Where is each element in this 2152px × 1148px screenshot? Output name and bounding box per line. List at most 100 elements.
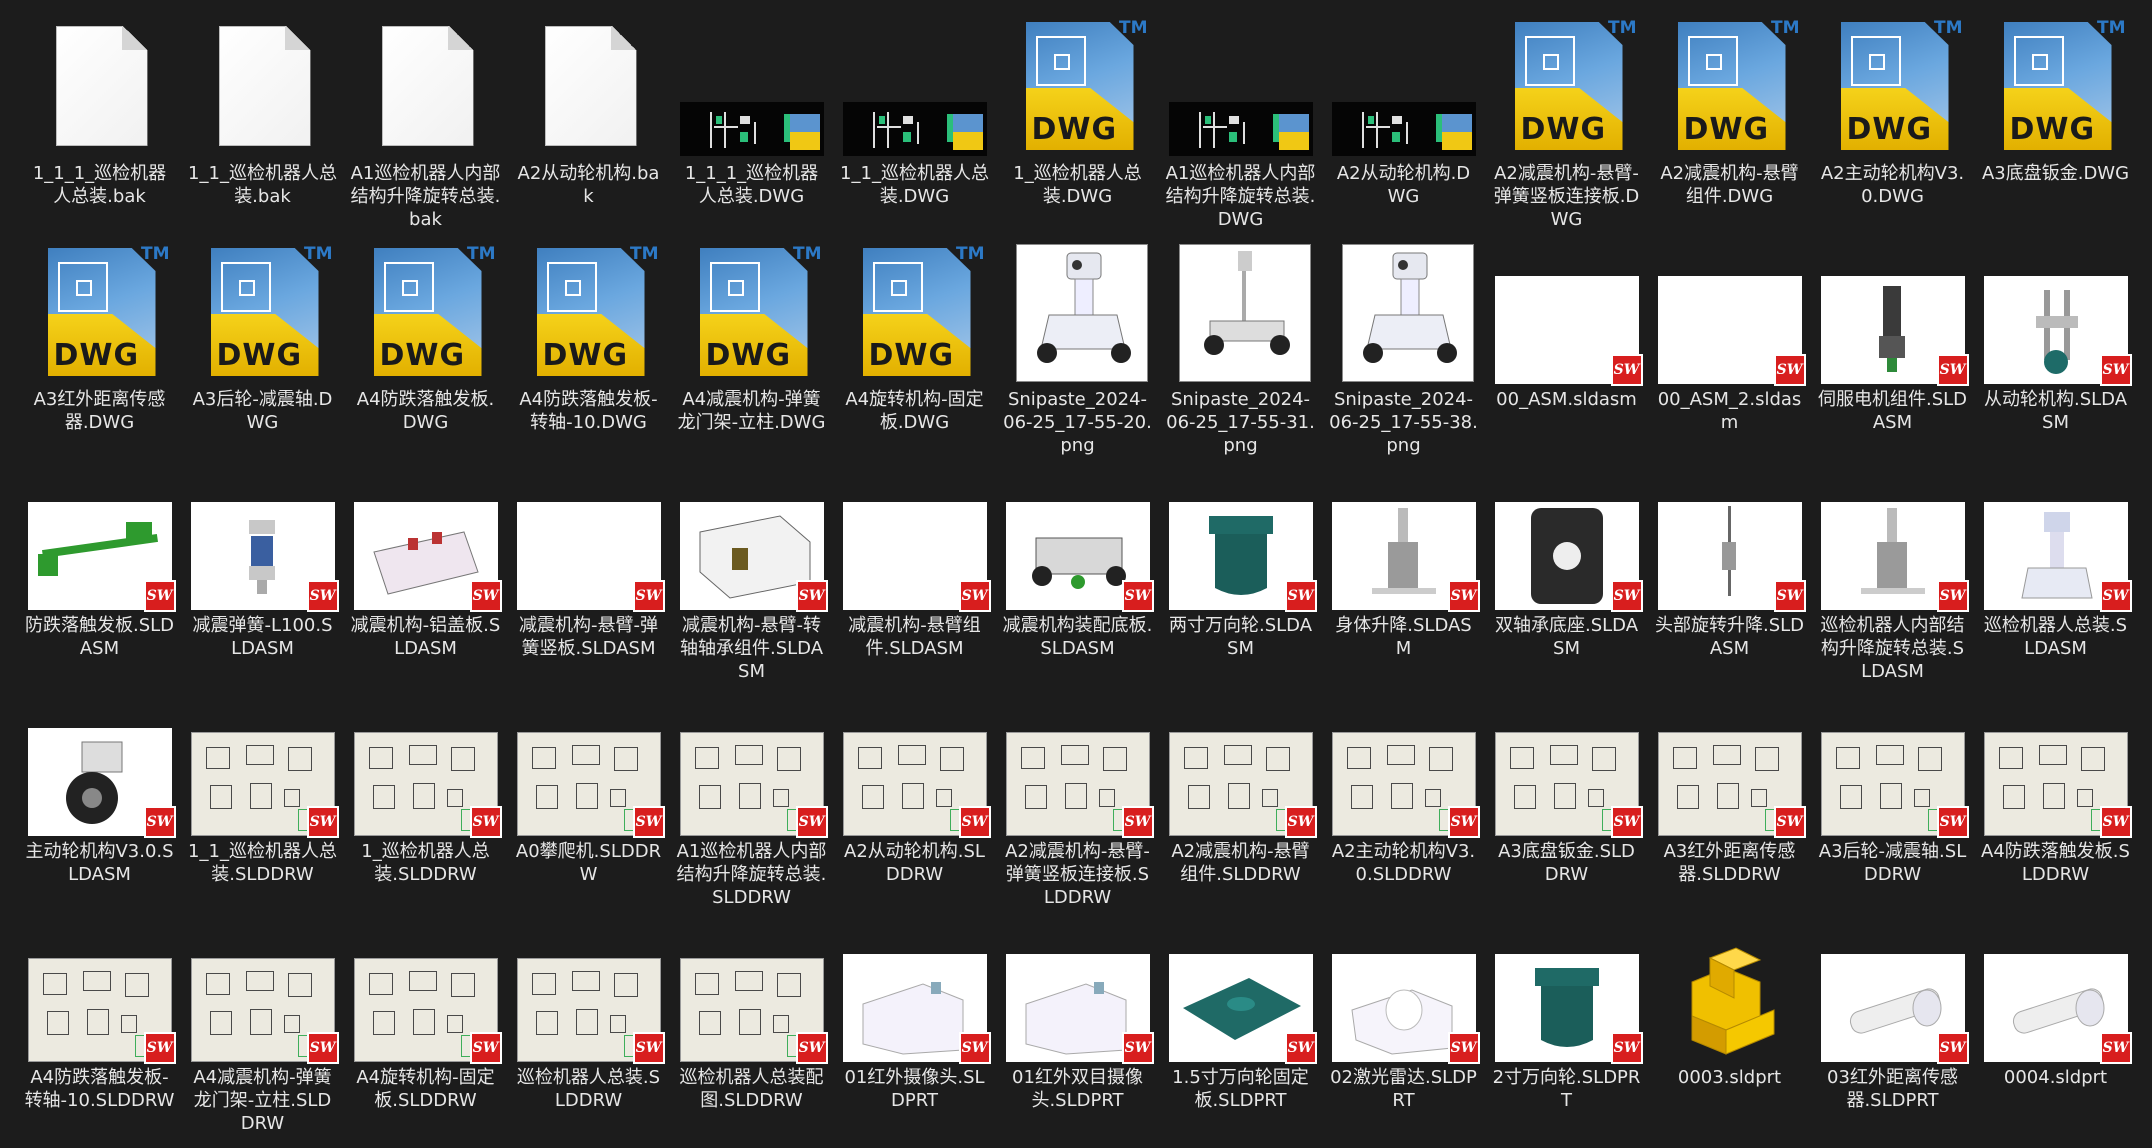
file-name: Snipaste_2024-06-25_17-55-38.png xyxy=(1329,389,1478,456)
blank-document-icon xyxy=(28,14,172,158)
file-item[interactable]: SW 01红外摄像头.SLDPRT xyxy=(833,914,996,1140)
dwg-label: DWG xyxy=(1520,112,1607,147)
file-item[interactable]: SW A4防跌落触发板-转轴-10.SLDDRW xyxy=(18,914,181,1140)
file-item[interactable]: SW 0004.sldprt xyxy=(1974,914,2137,1140)
file-item[interactable]: SW 减震机构-铝盖板.SLDASM xyxy=(344,462,507,688)
file-item[interactable]: SW A3红外距离传感器.SLDDRW xyxy=(1648,688,1811,914)
trademark-label: TM xyxy=(2096,18,2126,38)
solidworks-badge-icon: SW xyxy=(1936,1032,1969,1064)
file-item[interactable]: SW 减震机构-悬臂组件.SLDASM xyxy=(833,462,996,688)
file-item[interactable]: SW A4旋转机构-固定板.SLDDRW xyxy=(344,914,507,1140)
file-item[interactable]: SW A3后轮-减震轴.SLDDRW xyxy=(1811,688,1974,914)
file-item[interactable]: DWG TM A2减震机构-悬臂组件.DWG xyxy=(1648,10,1811,236)
file-item[interactable]: SW A1巡检机器人内部结构升降旋转总装.SLDDRW xyxy=(670,688,833,914)
file-item[interactable]: DWG TM A2主动轮机构V3.0.DWG xyxy=(1811,10,1974,236)
file-item[interactable]: 1_1_1_巡检机器人总装.bak xyxy=(18,10,181,236)
file-item[interactable]: A1巡检机器人内部结构升降旋转总装.bak xyxy=(344,10,507,236)
file-item[interactable]: DWG TM A3底盘钣金.DWG xyxy=(1974,10,2137,236)
file-item[interactable]: A1巡检机器人内部结构升降旋转总装.DWG xyxy=(1159,10,1322,236)
file-item[interactable]: SW 减震机构-悬臂-弹簧竖板.SLDASM xyxy=(507,462,670,688)
dwg-label: DWG xyxy=(542,338,629,373)
file-item[interactable]: 1_1_巡检机器人总装.bak xyxy=(181,10,344,236)
file-name: 从动轮机构.SLDASM xyxy=(1983,389,2128,433)
file-item[interactable]: SW 巡检机器人内部结构升降旋转总装.SLDASM xyxy=(1811,462,1974,688)
file-item[interactable]: SW 减震弹簧-L100.SLDASM xyxy=(181,462,344,688)
file-item[interactable]: DWG TM A4防跌落触发板.DWG xyxy=(344,236,507,462)
solidworks-badge-icon: SW xyxy=(143,806,176,838)
file-name: 0003.sldprt xyxy=(1677,1067,1782,1088)
file-item[interactable]: SW 2寸万向轮.SLDPRT xyxy=(1485,914,1648,1140)
file-item[interactable]: SW A2减震机构-悬臂-弹簧竖板连接板.SLDDRW xyxy=(996,688,1159,914)
file-item[interactable]: SW 伺服电机组件.SLDASM xyxy=(1811,236,1974,462)
file-item[interactable]: 0003.sldprt xyxy=(1648,914,1811,1140)
dwg-file-icon: DWG TM xyxy=(1821,14,1965,158)
image-thumbnail xyxy=(1332,240,1476,384)
solidworks-model-thumbnail: SW xyxy=(1820,466,1969,612)
file-item[interactable]: SW 减震机构装配底板.SLDASM xyxy=(996,462,1159,688)
file-item[interactable]: SW 1_1_巡检机器人总装.SLDDRW xyxy=(181,688,344,914)
solidworks-model-thumbnail: SW xyxy=(1820,918,1969,1064)
solidworks-badge-icon: SW xyxy=(1447,1032,1480,1064)
file-item[interactable]: SW 双轴承底座.SLDASM xyxy=(1485,462,1648,688)
file-item[interactable]: SW A3底盘钣金.SLDDRW xyxy=(1485,688,1648,914)
file-name: A3后轮-减震轴.SLDDRW xyxy=(1818,841,1967,885)
file-item[interactable]: Snipaste_2024-06-25_17-55-38.png xyxy=(1322,236,1485,462)
file-item[interactable]: SW 00_ASM_2.sldasm xyxy=(1648,236,1811,462)
file-item[interactable]: SW A2从动轮机构.SLDDRW xyxy=(833,688,996,914)
file-item[interactable]: Snipaste_2024-06-25_17-55-31.png xyxy=(1159,236,1322,462)
image-thumbnail xyxy=(1169,240,1313,384)
file-item[interactable]: SW 1_巡检机器人总装.SLDDRW xyxy=(344,688,507,914)
solidworks-badge-icon: SW xyxy=(1447,580,1480,612)
file-name: 1.5寸万向轮固定板.SLDPRT xyxy=(1172,1067,1309,1111)
file-item[interactable]: SW 从动轮机构.SLDASM xyxy=(1974,236,2137,462)
file-name: 02激光雷达.SLDPRT xyxy=(1330,1067,1477,1111)
file-item[interactable]: DWG TM A3红外距离传感器.DWG xyxy=(18,236,181,462)
solidworks-model-thumbnail: SW xyxy=(1657,466,1806,612)
file-item[interactable]: DWG TM A4旋转机构-固定板.DWG xyxy=(833,236,996,462)
file-item[interactable]: SW 02激光雷达.SLDPRT xyxy=(1322,914,1485,1140)
solidworks-model-thumbnail: SW xyxy=(1331,466,1480,612)
file-name: A2从动轮机构.bak xyxy=(517,163,660,207)
solidworks-drawing-thumbnail: SW xyxy=(190,692,339,838)
file-item[interactable]: SW 01红外双目摄像头.SLDPRT xyxy=(996,914,1159,1140)
file-name: A4防跌落触发板.DWG xyxy=(356,389,495,433)
file-item[interactable]: SW 00_ASM.sldasm xyxy=(1485,236,1648,462)
file-item[interactable]: SW 两寸万向轮.SLDASM xyxy=(1159,462,1322,688)
solidworks-model-thumbnail: SW xyxy=(1168,918,1317,1064)
file-item[interactable]: DWG TM 1_巡检机器人总装.DWG xyxy=(996,10,1159,236)
file-item[interactable]: SW 身体升降.SLDASM xyxy=(1322,462,1485,688)
file-name: A2从动轮机构.DWG xyxy=(1336,163,1471,207)
file-item[interactable]: DWG TM A3后轮-减震轴.DWG xyxy=(181,236,344,462)
file-item[interactable]: SW 1.5寸万向轮固定板.SLDPRT xyxy=(1159,914,1322,1140)
file-item[interactable]: SW 巡检机器人总装.SLDDRW xyxy=(507,914,670,1140)
solidworks-model-thumbnail: SW xyxy=(1331,918,1480,1064)
file-item[interactable]: SW A4减震机构-弹簧龙门架-立柱.SLDDRW xyxy=(181,914,344,1140)
file-item[interactable]: Snipaste_2024-06-25_17-55-20.png xyxy=(996,236,1159,462)
file-item[interactable]: DWG TM A4防跌落触发板-转轴-10.DWG xyxy=(507,236,670,462)
file-item[interactable]: 1_1_巡检机器人总装.DWG xyxy=(833,10,996,236)
file-item[interactable]: SW 主动轮机构V3.0.SLDASM xyxy=(18,688,181,914)
solidworks-badge-icon: SW xyxy=(795,580,828,612)
file-item[interactable]: A2从动轮机构.bak xyxy=(507,10,670,236)
solidworks-badge-icon: SW xyxy=(1936,354,1969,386)
file-item[interactable]: SW 03红外距离传感器.SLDPRT xyxy=(1811,914,1974,1140)
solidworks-badge-icon: SW xyxy=(1610,580,1643,612)
file-name: 1_巡检机器人总装.DWG xyxy=(1013,163,1142,207)
file-item[interactable]: SW A4防跌落触发板.SLDDRW xyxy=(1974,688,2137,914)
file-item[interactable]: DWG TM A2减震机构-悬臂-弹簧竖板连接板.DWG xyxy=(1485,10,1648,236)
trademark-label: TM xyxy=(466,244,496,264)
file-item[interactable]: SW 巡检机器人总装.SLDASM xyxy=(1974,462,2137,688)
file-grid: 1_1_1_巡检机器人总装.bak 1_1_巡检机器人总装.bak A1巡检机器人内… xyxy=(18,10,2138,1140)
file-item[interactable]: SW A2减震机构-悬臂组件.SLDDRW xyxy=(1159,688,1322,914)
solidworks-badge-icon: SW xyxy=(2099,354,2132,386)
file-item[interactable]: SW 防跌落触发板.SLDASM xyxy=(18,462,181,688)
file-item[interactable]: 1_1_1_巡检机器人总装.DWG xyxy=(670,10,833,236)
file-item[interactable]: SW A0攀爬机.SLDDRW xyxy=(507,688,670,914)
file-item[interactable]: SW A2主动轮机构V3.0.SLDDRW xyxy=(1322,688,1485,914)
file-item[interactable]: DWG TM A4减震机构-弹簧龙门架-立柱.DWG xyxy=(670,236,833,462)
part-3d-icon xyxy=(1658,918,1802,1062)
file-item[interactable]: SW 巡检机器人总装配图.SLDDRW xyxy=(670,914,833,1140)
file-item[interactable]: A2从动轮机构.DWG xyxy=(1322,10,1485,236)
file-item[interactable]: SW 减震机构-悬臂-转轴轴承组件.SLDASM xyxy=(670,462,833,688)
file-item[interactable]: SW 头部旋转升降.SLDASM xyxy=(1648,462,1811,688)
